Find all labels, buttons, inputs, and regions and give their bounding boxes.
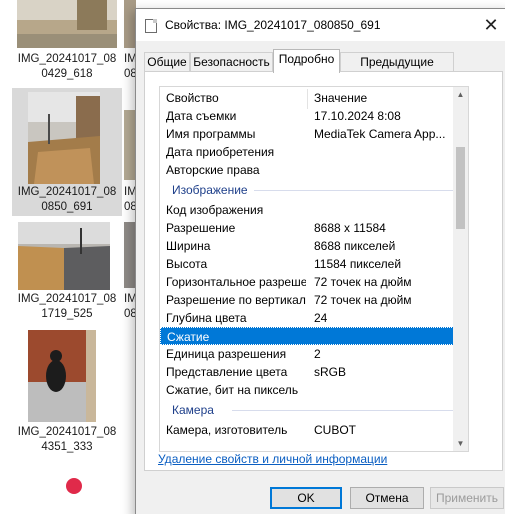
- file-name-line: 0850_691: [41, 201, 93, 213]
- property-name: Сжатие: [167, 330, 210, 344]
- property-name: Дата приобретения: [166, 145, 275, 159]
- file-item[interactable]: IMG_20241017_08 0429_618: [12, 0, 122, 86]
- property-value: 2: [314, 347, 321, 361]
- property-row[interactable]: Дата приобретения: [160, 143, 456, 161]
- close-button[interactable]: ✕: [479, 13, 503, 37]
- file-name: IMG_20241017_08 0850_691: [12, 185, 122, 215]
- file-item[interactable]: IMG_20241017_08 4351_333: [12, 328, 122, 456]
- property-value: CUBOT: [314, 423, 356, 437]
- property-name: Имя программы: [166, 127, 256, 141]
- property-row[interactable]: Имя программы MediaTek Camera App...: [160, 125, 456, 143]
- column-header-value[interactable]: Значение: [314, 89, 454, 107]
- property-name: Ширина: [166, 239, 211, 253]
- property-value: 72 точек на дюйм: [314, 275, 412, 289]
- tab-general[interactable]: Общие: [144, 52, 190, 72]
- section-title: Камера: [172, 403, 214, 417]
- property-row[interactable]: Ширина 8688 пикселей: [160, 237, 456, 255]
- cancel-button[interactable]: Отмена: [350, 487, 424, 509]
- vertical-scrollbar[interactable]: ▲ ▼: [453, 87, 468, 451]
- section-header-camera: Камера: [172, 401, 454, 419]
- property-value: 8688 пикселей: [314, 239, 396, 253]
- app-icon: [66, 478, 82, 494]
- apply-button[interactable]: Применить: [430, 487, 504, 509]
- property-row[interactable]: Дата съемки 17.10.2024 8:08: [160, 107, 456, 125]
- property-row[interactable]: Разрешение по вертикали 72 точек на дюйм: [160, 291, 456, 309]
- file-name-line: 0429_618: [41, 68, 93, 80]
- property-name: Разрешение: [166, 221, 236, 235]
- scroll-thumb[interactable]: [456, 147, 465, 229]
- thumbnail-image: [17, 0, 117, 48]
- property-name: Авторские права: [166, 163, 260, 177]
- property-name: Разрешение по вертикали: [166, 293, 306, 307]
- property-name: Горизонтальное разреше...: [166, 275, 306, 289]
- tab-details[interactable]: Подробно: [273, 49, 340, 73]
- remove-properties-link[interactable]: Удаление свойств и личной информации: [158, 452, 387, 466]
- property-row[interactable]: Глубина цвета 24: [160, 309, 456, 327]
- property-row[interactable]: Код изображения: [160, 201, 456, 219]
- section-header-image: Изображение: [172, 181, 454, 199]
- close-icon: ✕: [483, 15, 499, 35]
- section-divider: [232, 410, 454, 411]
- property-name: Глубина цвета: [166, 311, 247, 325]
- properties-list[interactable]: Свойство Значение Дата съемки 17.10.2024…: [159, 86, 469, 452]
- scroll-down-arrow-icon[interactable]: ▼: [453, 436, 468, 451]
- property-value: sRGB: [314, 365, 347, 379]
- file-name-line: IMG_20241017_08: [17, 186, 117, 198]
- scroll-up-arrow-icon[interactable]: ▲: [453, 87, 468, 102]
- details-panel: Свойство Значение Дата съемки 17.10.2024…: [144, 71, 503, 471]
- property-name: Представление цвета: [166, 365, 288, 379]
- property-row[interactable]: Единица разрешения 2: [160, 345, 456, 363]
- property-row[interactable]: Высота 11584 пикселей: [160, 255, 456, 273]
- property-value: 11584 пикселей: [314, 257, 402, 271]
- properties-dialog: Свойства: IMG_20241017_080850_691 ✕ Общи…: [135, 8, 505, 514]
- thumbnail-image: [18, 222, 110, 290]
- file-item[interactable]: IMG_20241017_08 1719_525: [12, 220, 122, 320]
- file-item-selected[interactable]: IMG_20241017_08 0850_691: [12, 88, 122, 216]
- property-row[interactable]: Камера, изготовитель CUBOT: [160, 421, 456, 439]
- file-name-line: IMG_20241017_08: [17, 53, 117, 65]
- property-value: MediaTek Camera App...: [314, 127, 446, 141]
- property-name: Сжатие, бит на пиксель: [166, 383, 299, 397]
- property-name: Высота: [166, 257, 208, 271]
- property-name: Дата съемки: [166, 109, 237, 123]
- ok-button[interactable]: OK: [270, 487, 342, 509]
- file-name-line: IMG_20241017_08: [17, 426, 117, 438]
- property-value: 24: [314, 311, 328, 325]
- file-name: IMG_20241017_08 0429_618: [12, 52, 122, 82]
- property-name: Единица разрешения: [166, 347, 287, 361]
- file-name-line: IMG_20241017_08: [17, 293, 117, 305]
- thumbnail-image: [28, 330, 96, 422]
- property-value: 72 точек на дюйм: [314, 293, 412, 307]
- file-name: IMG_20241017_08 4351_333: [12, 425, 122, 455]
- column-divider[interactable]: [307, 89, 308, 109]
- column-header-property[interactable]: Свойство: [166, 89, 306, 107]
- file-icon: [145, 19, 157, 33]
- section-divider: [254, 190, 454, 191]
- list-header: Свойство Значение: [160, 89, 456, 107]
- thumbnail-image: [28, 92, 100, 184]
- file-name-line: 4351_333: [41, 441, 93, 453]
- property-name: Камера, изготовитель: [166, 423, 288, 437]
- file-name: IMG_20241017_08 1719_525: [12, 292, 122, 322]
- property-row[interactable]: Авторские права: [160, 161, 456, 179]
- dialog-title: Свойства: IMG_20241017_080850_691: [165, 18, 381, 32]
- section-title: Изображение: [172, 183, 248, 197]
- property-row[interactable]: Разрешение 8688 x 11584: [160, 219, 456, 237]
- file-explorer-pane: IMG_20241017_08 0429_618 IMG_20241017_08…: [0, 0, 140, 514]
- file-name-line: 1719_525: [41, 308, 93, 320]
- property-value: 8688 x 11584: [314, 221, 386, 235]
- title-bar[interactable]: Свойства: IMG_20241017_080850_691 ✕: [136, 9, 505, 41]
- property-row[interactable]: Представление цвета sRGB: [160, 363, 456, 381]
- property-row[interactable]: Горизонтальное разреше... 72 точек на дю…: [160, 273, 456, 291]
- property-row[interactable]: Сжатие, бит на пиксель: [160, 381, 456, 399]
- property-row-selected[interactable]: Сжатие: [160, 327, 456, 345]
- tab-previous-versions[interactable]: Предыдущие версии: [340, 52, 454, 87]
- tab-security[interactable]: Безопасность: [190, 52, 273, 72]
- property-value: 17.10.2024 8:08: [314, 109, 401, 123]
- property-name: Код изображения: [166, 203, 264, 217]
